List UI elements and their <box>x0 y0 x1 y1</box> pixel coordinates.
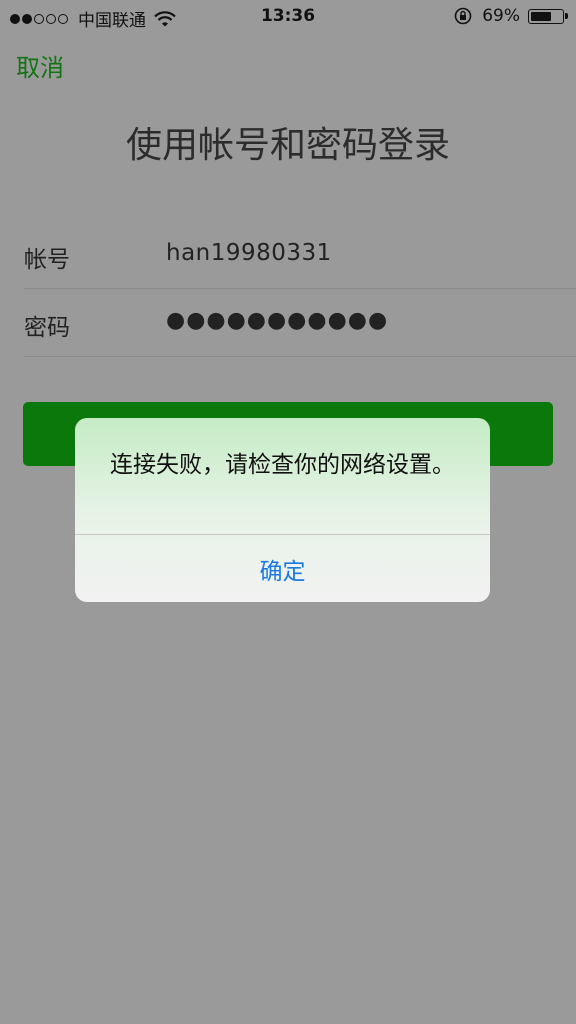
alert-message: 连接失败，请检查你的网络设置。 <box>110 452 455 478</box>
alert-dialog: 连接失败，请检查你的网络设置。 确定 <box>75 418 490 602</box>
password-row[interactable]: 密码 ●●●●●●●●●●● <box>24 290 576 357</box>
page-title: 使用帐号和密码登录 <box>125 125 450 166</box>
password-field[interactable]: ●●●●●●●●●●● <box>166 308 388 333</box>
battery-icon <box>528 8 568 24</box>
battery-fill <box>531 11 551 21</box>
account-label: 帐号 <box>24 247 70 273</box>
status-right: 69% <box>454 6 568 26</box>
password-label: 密码 <box>24 315 70 341</box>
status-bar: 中国联通 13:36 69% <box>0 0 576 34</box>
account-field[interactable]: han19980331 <box>166 240 332 266</box>
battery-percent: 69% <box>482 6 520 26</box>
alert-ok-button[interactable]: 确定 <box>75 535 490 602</box>
cancel-button[interactable]: 取消 <box>16 48 64 83</box>
rotation-lock-icon <box>454 7 472 25</box>
account-row[interactable]: 帐号 han19980331 <box>24 222 576 289</box>
